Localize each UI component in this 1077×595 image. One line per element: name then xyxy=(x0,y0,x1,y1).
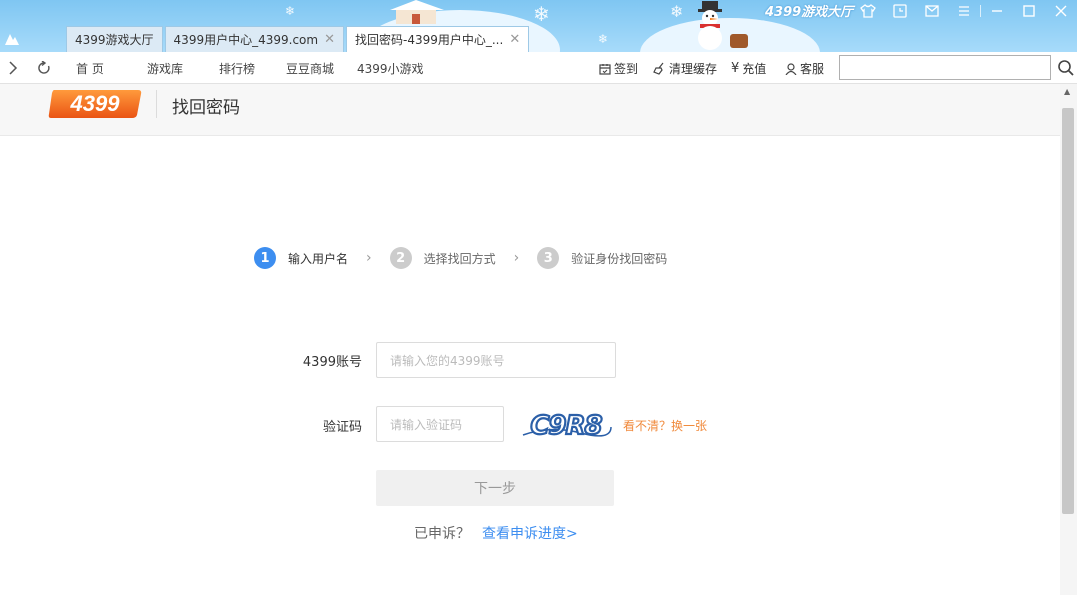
scroll-up-icon[interactable]: ▲ xyxy=(1064,87,1070,96)
svg-text:4399: 4399 xyxy=(70,91,121,116)
search-icon[interactable] xyxy=(1057,59,1075,77)
app-brand-label: 4399游戏大厅 xyxy=(765,5,854,20)
search-input[interactable] xyxy=(839,55,1051,80)
tab-label: 4399游戏大厅 xyxy=(75,33,154,47)
skin-icon[interactable] xyxy=(852,0,884,22)
scroll-thumb[interactable] xyxy=(1062,108,1074,514)
page-title: 找回密码 xyxy=(172,98,240,118)
customer-service-label: 客服 xyxy=(800,62,825,76)
logo-4399[interactable]: 4399 xyxy=(48,88,142,119)
window-controls xyxy=(852,0,1077,22)
customer-service-button[interactable]: 客服 xyxy=(785,60,824,77)
close-tab-icon[interactable]: ✕ xyxy=(509,32,520,47)
close-window-icon[interactable] xyxy=(1045,0,1077,22)
menu-icon[interactable] xyxy=(948,0,980,22)
user-icon xyxy=(785,62,797,75)
progress-steps: 1 输入用户名 › 2 选择找回方式 › 3 验证身份找回密码 xyxy=(254,247,667,269)
divider xyxy=(980,5,981,17)
broom-icon xyxy=(653,62,664,75)
step-label: 输入用户名 xyxy=(288,251,349,266)
nav-link-doudou-mall[interactable]: 豆豆商城 xyxy=(286,60,334,77)
recharge-label: 充值 xyxy=(742,62,767,76)
app-logo-icon[interactable] xyxy=(4,32,20,46)
browser-titlebar: ❄ ❄ ❄ ❄ ❄ 4399游戏大厅 xyxy=(0,0,1077,52)
tab-4399-game-hall[interactable]: 4399游戏大厅 xyxy=(66,26,163,52)
step-select-method: 2 选择找回方式 xyxy=(389,247,496,269)
tab-label: 找回密码-4399用户中心_... xyxy=(354,33,504,47)
snowflake-icon: ❄ xyxy=(533,2,550,26)
step-enter-username: 1 输入用户名 xyxy=(254,247,348,269)
account-label: 4399账号 xyxy=(302,355,362,370)
step-number: 2 xyxy=(389,247,412,269)
appeal-prefix: 已申诉？ xyxy=(414,526,470,542)
minimize-icon[interactable] xyxy=(981,0,1013,22)
step-number: 1 xyxy=(254,247,276,269)
step-number: 3 xyxy=(537,247,560,269)
clear-cache-button[interactable]: 清理缓存 xyxy=(653,60,717,77)
captcha-label: 验证码 xyxy=(322,420,362,435)
nav-link-mini-games[interactable]: 4399小游戏 xyxy=(357,60,424,77)
tab-label: 4399用户中心_4399.com xyxy=(173,33,319,47)
yuan-icon: ¥ xyxy=(731,61,740,76)
svg-text:C9R8: C9R8 xyxy=(530,411,602,441)
account-input[interactable]: 请输入您的4399账号 xyxy=(376,342,616,378)
captcha-input[interactable]: 请输入验证码 xyxy=(376,406,504,442)
calendar-icon xyxy=(599,63,611,75)
snowman-icon xyxy=(698,1,748,50)
page-header: 4399 找回密码 xyxy=(0,84,1060,136)
header-divider xyxy=(156,90,157,118)
snowflake-icon: ❄ xyxy=(285,4,296,18)
signin-button[interactable]: 签到 xyxy=(599,60,638,77)
captcha-image[interactable]: C9R8 xyxy=(521,405,612,444)
signin-label: 签到 xyxy=(614,62,639,76)
chevron-right-icon: › xyxy=(513,250,520,266)
step-verify-identity: 3 验证身份找回密码 xyxy=(537,247,667,269)
appeal-row: 已申诉？ 查看申诉进度> xyxy=(414,523,578,543)
refresh-icon[interactable] xyxy=(35,59,53,77)
appeal-progress-link[interactable]: 查看申诉进度> xyxy=(482,523,578,543)
tab-find-password[interactable]: 找回密码-4399用户中心_... ✕ xyxy=(345,26,530,52)
nav-link-game-library[interactable]: 游戏库 xyxy=(147,60,183,77)
page-content: 4399 找回密码 1 输入用户名 › 2 选择找回方式 › 3 验证身份找回密… xyxy=(0,84,1060,595)
step-label: 选择找回方式 xyxy=(423,251,496,266)
step-label: 验证身份找回密码 xyxy=(571,251,668,266)
snow-house-icon xyxy=(390,0,444,24)
history-icon[interactable] xyxy=(884,0,916,22)
maximize-icon[interactable] xyxy=(1013,0,1045,22)
browser-navbar: 首 页 游戏库 排行榜 豆豆商城 4399小游戏 签到 清理缓存 ¥ 充值 客服 xyxy=(0,52,1077,84)
nav-link-home[interactable]: 首 页 xyxy=(76,60,104,77)
message-icon[interactable] xyxy=(916,0,948,22)
clear-cache-label: 清理缓存 xyxy=(669,62,718,76)
recharge-button[interactable]: ¥ 充值 xyxy=(731,60,766,77)
close-tab-icon[interactable]: ✕ xyxy=(324,32,335,47)
snowflake-icon: ❄ xyxy=(670,2,684,21)
nav-link-ranking[interactable]: 排行榜 xyxy=(219,60,255,77)
snowflake-icon: ❄ xyxy=(598,32,609,46)
forward-icon[interactable] xyxy=(4,59,22,77)
scrollbar[interactable]: ▲ xyxy=(1060,84,1077,595)
tab-strip: 4399游戏大厅 4399用户中心_4399.com ✕ 找回密码-4399用户… xyxy=(66,26,531,52)
chevron-right-icon: › xyxy=(366,250,372,266)
tab-user-center[interactable]: 4399用户中心_4399.com ✕ xyxy=(164,26,344,52)
captcha-refresh-link[interactable]: 看不清？换一张 xyxy=(623,417,707,434)
next-step-button[interactable]: 下一步 xyxy=(376,470,614,506)
